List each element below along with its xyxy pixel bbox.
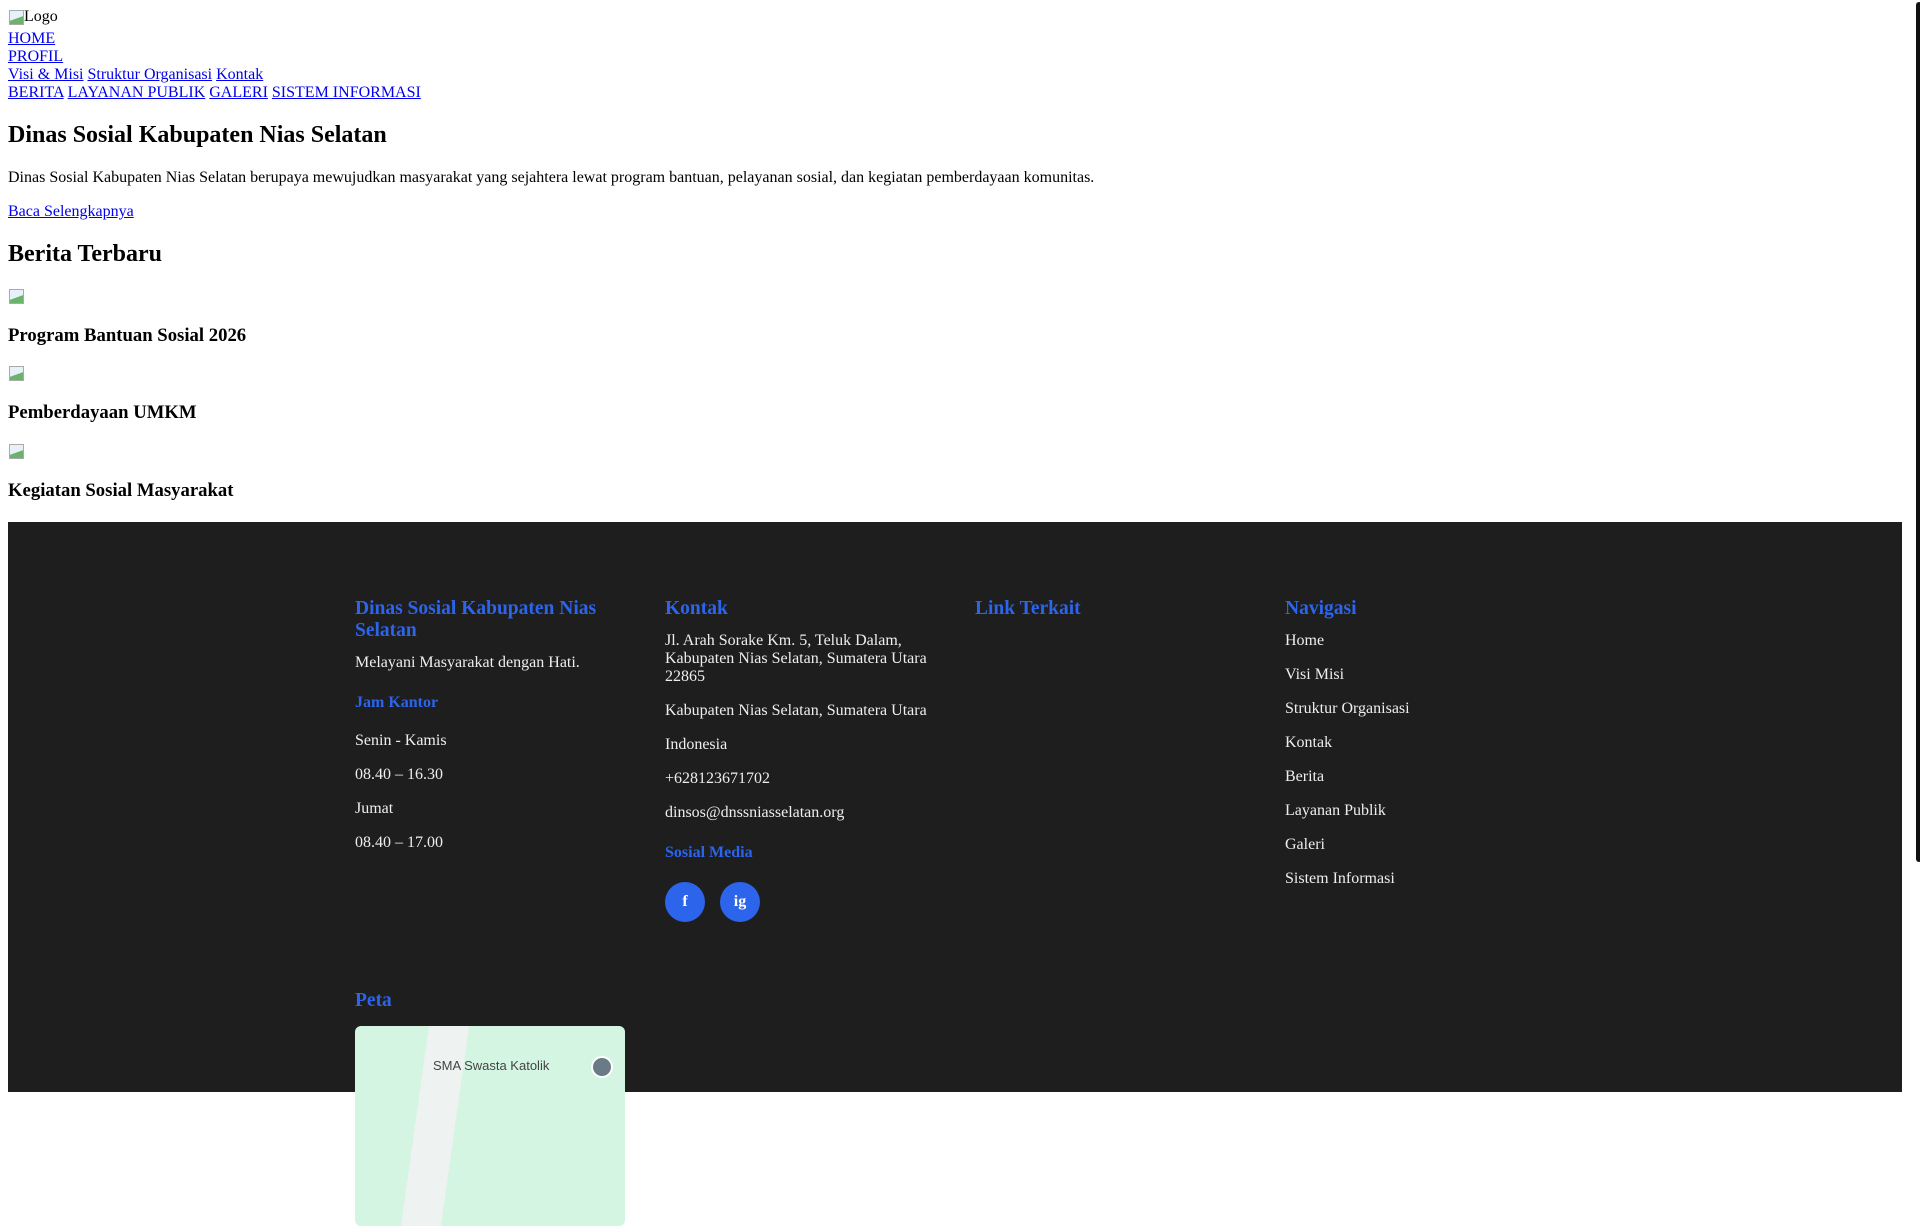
nav-berita[interactable]: BERITA xyxy=(8,84,64,101)
news-title: Berita Terbaru xyxy=(8,241,162,267)
news-item-title: Program Bantuan Sosial 2026 xyxy=(8,324,247,346)
logo[interactable]: Logo xyxy=(8,8,58,26)
facebook-icon[interactable]: f xyxy=(665,882,705,922)
hours-time: 08.40 – 16.30 xyxy=(355,766,443,783)
nav-home[interactable]: HOME xyxy=(8,30,55,47)
contact-title: Kontak xyxy=(665,598,728,619)
footer-links: Link Terkait xyxy=(975,598,1245,922)
footer-nav-sistem[interactable]: Sistem Informasi xyxy=(1285,870,1555,888)
map-road xyxy=(400,1026,470,1226)
social-title: Sosial Media xyxy=(665,844,753,861)
footer-nav-struktur[interactable]: Struktur Organisasi xyxy=(1285,700,1555,718)
instagram-icon[interactable]: ig xyxy=(720,882,760,922)
map-place-label: SMA Swasta Katolik xyxy=(433,1058,550,1073)
scrollbar-thumb[interactable] xyxy=(1916,2,1920,862)
hero-description: Dinas Sosial Kabupaten Nias Selatan beru… xyxy=(8,169,1095,186)
logo-alt-text: Logo xyxy=(24,8,58,25)
footer-nav-galeri[interactable]: Galeri xyxy=(1285,836,1555,854)
news-item[interactable]: Program Bantuan Sosial 2026 xyxy=(8,288,1902,347)
footer-navigation: Navigasi Home Visi Misi Struktur Organis… xyxy=(1285,598,1555,922)
nav-galeri[interactable]: GALERI xyxy=(209,84,268,101)
contact-address: Jl. Arah Sorake Km. 5, Teluk Dalam, Kabu… xyxy=(665,632,927,685)
contact-country: Indonesia xyxy=(665,736,728,753)
footer-about: Dinas Sosial Kabupaten Nias Selatan Mela… xyxy=(355,598,625,922)
footer-contact: Kontak Jl. Arah Sorake Km. 5, Teluk Dala… xyxy=(665,598,935,922)
footer: Dinas Sosial Kabupaten Nias Selatan Mela… xyxy=(8,522,1902,1226)
embedded-map[interactable]: SMA Swasta Katolik xyxy=(355,1026,625,1226)
contact-email: dinsos@dnssniasselatan.org xyxy=(665,804,845,821)
footer-nav-berita[interactable]: Berita xyxy=(1285,768,1555,786)
news-image-icon xyxy=(8,365,24,382)
footer-nav-home[interactable]: Home xyxy=(1285,632,1555,650)
footer-about-title: Dinas Sosial Kabupaten Nias Selatan xyxy=(355,598,597,641)
scrollbar[interactable] xyxy=(1912,0,1920,1080)
map-section: Peta SMA Swasta Katolik xyxy=(355,990,625,1226)
read-more-link[interactable]: Baca Selengkapnya xyxy=(8,203,134,220)
hours-days: Senin - Kamis xyxy=(355,732,447,749)
contact-region: Kabupaten Nias Selatan, Sumatera Utara xyxy=(665,702,927,719)
hours-time: 08.40 – 17.00 xyxy=(355,834,443,851)
broken-image-icon xyxy=(8,9,24,25)
footer-tagline: Melayani Masyarakat dengan Hati. xyxy=(355,654,580,671)
office-hours-title: Jam Kantor xyxy=(355,694,439,711)
main-nav: HOME PROFIL Visi & Misi Struktur Organis… xyxy=(8,30,1902,102)
nav-sistem-informasi[interactable]: SISTEM INFORMASI xyxy=(272,84,421,101)
nav-visi-misi[interactable]: Visi & Misi xyxy=(8,66,84,83)
school-pin-icon[interactable] xyxy=(591,1056,613,1078)
footer-nav-title: Navigasi xyxy=(1285,598,1357,619)
hero: Dinas Sosial Kabupaten Nias Selatan Dina… xyxy=(8,122,1902,221)
page-title: Dinas Sosial Kabupaten Nias Selatan xyxy=(8,122,387,148)
news-item[interactable]: Pemberdayaan UMKM xyxy=(8,365,1902,424)
nav-struktur-organisasi[interactable]: Struktur Organisasi xyxy=(88,66,213,83)
map-title: Peta xyxy=(355,990,392,1011)
news-section: Berita Terbaru Program Bantuan Sosial 20… xyxy=(8,241,1902,502)
news-item[interactable]: Kegiatan Sosial Masyarakat xyxy=(8,443,1902,502)
related-links-title: Link Terkait xyxy=(975,598,1081,619)
footer-nav-visi-misi[interactable]: Visi Misi xyxy=(1285,666,1555,684)
footer-nav-kontak[interactable]: Kontak xyxy=(1285,734,1555,752)
nav-kontak[interactable]: Kontak xyxy=(216,66,263,83)
news-item-title: Kegiatan Sosial Masyarakat xyxy=(8,479,234,501)
nav-layanan-publik[interactable]: LAYANAN PUBLIK xyxy=(68,84,206,101)
news-image-icon xyxy=(8,288,24,304)
nav-profil[interactable]: PROFIL xyxy=(8,48,63,65)
contact-phone: +628123671702 xyxy=(665,770,771,787)
news-image-icon xyxy=(8,443,24,459)
news-item-title: Pemberdayaan UMKM xyxy=(8,402,197,424)
footer-nav-layanan[interactable]: Layanan Publik xyxy=(1285,802,1555,820)
hours-days: Jumat xyxy=(355,800,394,817)
